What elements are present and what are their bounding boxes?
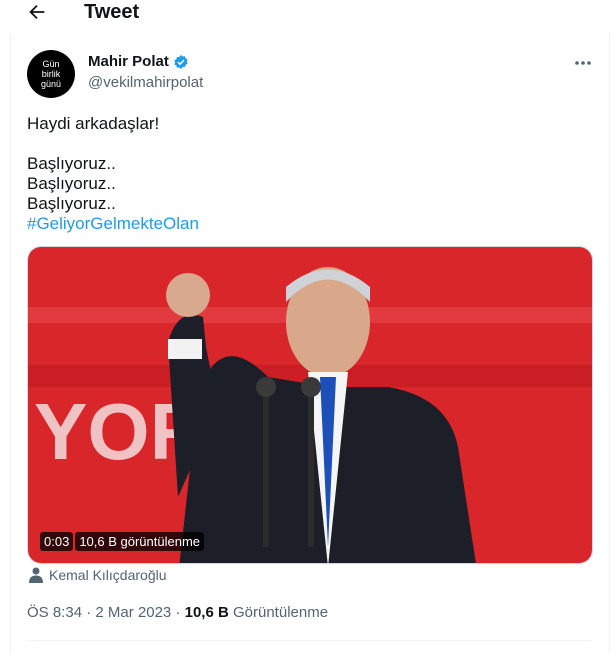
divider [27,640,591,641]
page-title: Tweet [84,1,140,23]
avatar-line: günü [40,79,62,89]
video-timestamp: 0:03 [40,532,74,551]
author-handle[interactable]: @vekilmahirpolat [88,74,203,91]
tweet-line: Başlıyoruz.. [27,174,116,193]
avatar-line: Gün [42,59,60,69]
views-count: 10,6 B [184,604,229,621]
arrow-left-icon[interactable] [26,1,48,23]
author-name[interactable]: Mahir Polat [88,53,169,70]
tweet-meta: ÖS 8:34 · 2 Mar 2023 · 10,6 B Görüntülen… [27,604,328,621]
video-frame: YOR EY D [28,247,592,563]
header-bar: Tweet [0,0,611,30]
video-view-count: 10,6 B görüntülenme [75,532,205,551]
tweet-line: Başlıyoruz.. [27,194,116,213]
video-overlay: 0:03 10,6 B görüntülenme [40,532,205,551]
tweet-date[interactable]: 2 Mar 2023 [95,604,171,621]
author-name-row: Mahir Polat [88,53,189,70]
verified-badge-icon [174,54,188,69]
tweet-line: Başlıyoruz.. [27,154,116,173]
tweet-text: Haydi arkadaşlar! Başlıyoruz.. Başlıyoru… [27,114,587,234]
tweet-line: Haydi arkadaşlar! [27,114,160,133]
meta-separator: · [82,604,96,621]
person-icon [29,567,43,583]
meta-separator: · [171,604,185,621]
more-options-icon[interactable] [572,53,594,73]
hashtag-link[interactable]: #GeliyorGelmekteOlan [27,214,587,234]
avatar-line: birlik [41,69,61,79]
tagged-user-name: Kemal Kılıçdaroğlu [49,567,167,583]
avatar[interactable]: Gün birlik günü [27,50,75,98]
tagged-user[interactable]: Kemal Kılıçdaroğlu [29,567,167,583]
views-label: Görüntülenme [228,604,329,621]
tweet-line [27,134,587,154]
video-player[interactable]: YOR EY D 0:03 10,6 B görüntülenme [27,246,593,564]
tweet-time[interactable]: ÖS 8:34 [27,604,82,621]
